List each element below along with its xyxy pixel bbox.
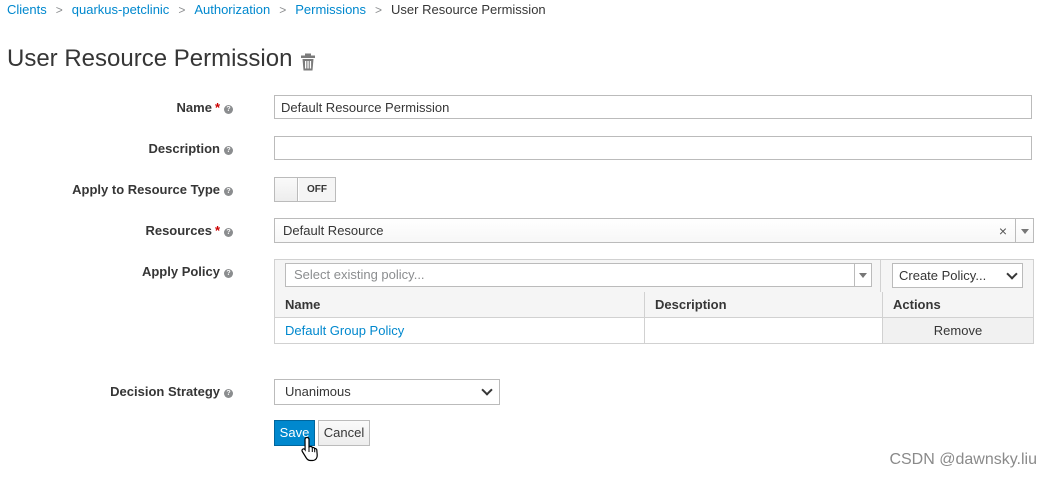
policy-name-cell: Default Group Policy [275, 317, 645, 343]
apply-policy-panel: Select existing policy... Create Policy.… [274, 259, 1034, 344]
table-row: Default Group Policy Remove [275, 317, 1033, 343]
help-icon[interactable]: ? [224, 187, 233, 196]
breadcrumb-clients[interactable]: Clients [7, 2, 47, 17]
toggle-knob [275, 178, 298, 201]
apply-policy-label: Apply Policy? [142, 264, 233, 279]
required-marker: * [214, 100, 220, 115]
breadcrumb-authorization[interactable]: Authorization [194, 2, 270, 17]
column-header-description: Description [644, 292, 883, 318]
watermark: CSDN @dawnsky.liu [889, 451, 1037, 468]
caret-down-icon [1021, 229, 1029, 234]
help-icon[interactable]: ? [224, 228, 233, 237]
policy-dropdown-toggle[interactable] [854, 264, 871, 286]
required-marker: * [214, 223, 220, 238]
caret-down-icon [859, 273, 867, 278]
trash-icon[interactable] [300, 53, 316, 71]
clear-icon[interactable]: × [999, 223, 1007, 239]
toggle-state: OFF [299, 178, 335, 201]
create-policy-select[interactable]: Create Policy... [892, 263, 1023, 288]
name-input[interactable] [274, 95, 1032, 119]
policy-table: Name Description Actions Default Group P… [275, 292, 1033, 343]
decision-strategy-value: Unanimous [285, 384, 351, 399]
resources-value: Default Resource [283, 223, 384, 238]
description-label: Description? [148, 141, 233, 156]
page-title: User Resource Permission [7, 45, 293, 72]
breadcrumb-current: User Resource Permission [391, 2, 546, 17]
breadcrumb-permissions[interactable]: Permissions [295, 2, 366, 17]
breadcrumb-separator: > [55, 3, 63, 17]
remove-button[interactable]: Remove [882, 317, 1033, 343]
description-input[interactable] [274, 136, 1032, 160]
breadcrumb: Clients > quarkus-petclinic > Authorization >… [7, 2, 546, 17]
cancel-button[interactable]: Cancel [318, 420, 370, 446]
apply-resource-type-toggle[interactable]: OFF [274, 177, 336, 202]
apply-resource-type-label: Apply to Resource Type? [72, 182, 233, 197]
divider [880, 260, 881, 292]
hand-cursor-icon [301, 436, 318, 462]
decision-strategy-select[interactable]: Unanimous [274, 379, 500, 405]
select-policy-placeholder: Select existing policy... [294, 267, 425, 282]
breadcrumb-client[interactable]: quarkus-petclinic [72, 2, 170, 17]
resources-select[interactable]: Default Resource × [274, 218, 1034, 243]
resources-dropdown-toggle[interactable] [1015, 219, 1033, 242]
help-icon[interactable]: ? [224, 146, 233, 155]
column-header-actions: Actions [882, 292, 1033, 318]
breadcrumb-separator: > [375, 3, 383, 17]
breadcrumb-separator: > [178, 3, 186, 17]
select-existing-policy[interactable]: Select existing policy... [285, 263, 872, 287]
help-icon[interactable]: ? [224, 389, 233, 398]
resources-label: Resources *? [145, 223, 233, 238]
decision-strategy-label: Decision Strategy? [110, 384, 233, 399]
breadcrumb-separator: > [279, 3, 287, 17]
policy-toolbar: Select existing policy... Create Policy.… [275, 260, 1033, 293]
policy-link[interactable]: Default Group Policy [285, 323, 404, 338]
create-policy-label: Create Policy... [899, 268, 987, 283]
chevron-down-icon [1006, 268, 1018, 280]
policy-description-cell [644, 317, 883, 343]
chevron-down-icon [481, 384, 493, 396]
column-header-name: Name [275, 292, 645, 318]
name-label: Name *? [177, 100, 233, 115]
help-icon[interactable]: ? [224, 105, 233, 114]
help-icon[interactable]: ? [224, 269, 233, 278]
